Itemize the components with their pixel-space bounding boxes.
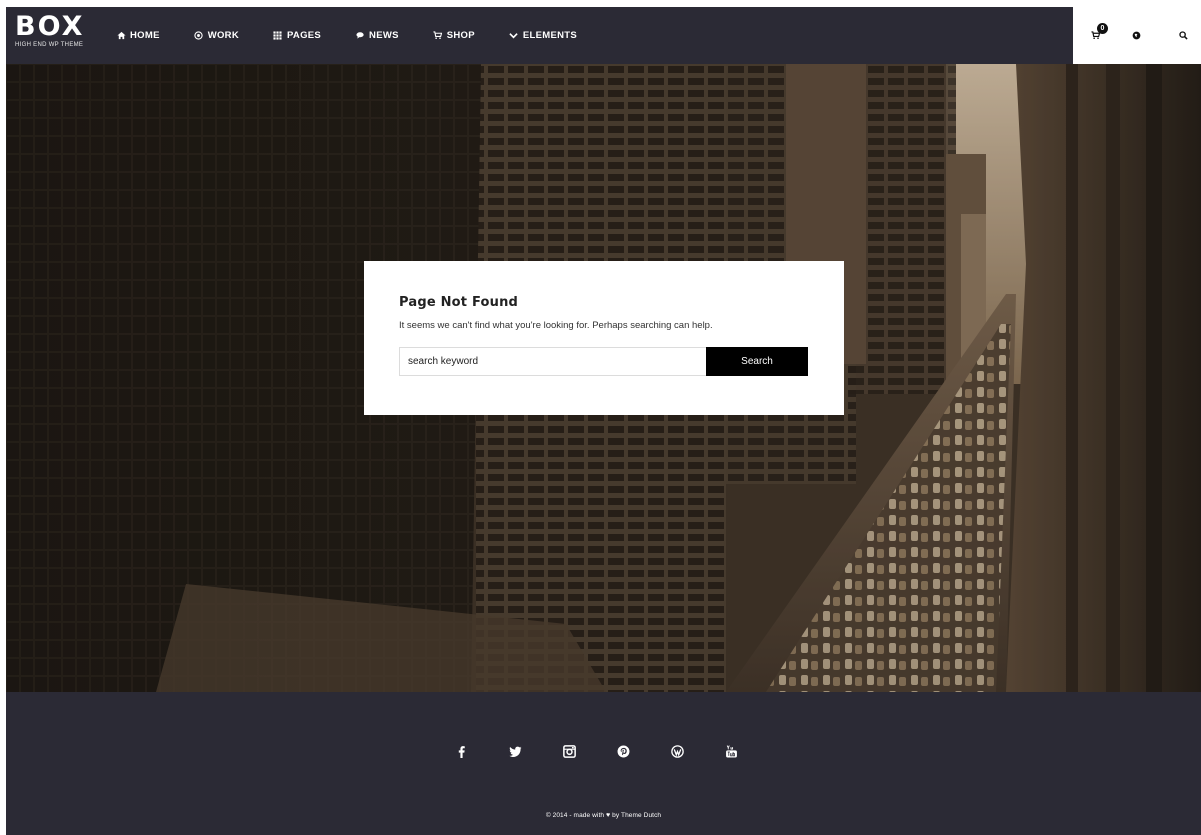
cart-icon [433,31,443,41]
copyright-prefix: © 2014 - made with [545,812,605,819]
site-footer: © 2014 - made with ♥ by Theme Dutch [6,692,1201,835]
logo[interactable]: BOX HIGH END WP THEME [15,11,85,49]
youtube-link[interactable] [723,743,739,759]
social-links [453,743,777,759]
youtube-icon [725,744,738,758]
main-nav: HOME WORK PAGES NEWS SHOP ELEMENTS [116,7,611,64]
facebook-link[interactable] [453,743,469,759]
twitter-link[interactable] [507,743,523,759]
pinterest-icon [617,745,630,758]
nav-label: ELEMENTS [522,30,578,41]
search-form: Search [399,347,808,376]
header-utility-bar: 0 [1073,7,1201,64]
nav-item-elements[interactable]: ELEMENTS [509,30,577,41]
nav-label: HOME [130,30,160,41]
search-input[interactable] [399,347,706,376]
nav-label: WORK [207,30,239,41]
nav-label: NEWS [369,30,399,41]
nav-item-news[interactable]: NEWS [355,30,399,41]
hero-background: Page Not Found It seems we can't find wh… [6,64,1201,692]
wordpress-link[interactable] [669,743,685,759]
instagram-link[interactable] [561,743,577,759]
home-icon [116,31,126,41]
logo-text: BOX [15,11,85,42]
nav-item-work[interactable]: WORK [194,30,239,41]
cart-count-badge: 0 [1097,23,1108,34]
nav-item-shop[interactable]: SHOP [433,30,475,41]
copyright-text: © 2014 - made with ♥ by Theme Dutch [6,812,1201,819]
not-found-message: It seems we can't find what you're looki… [399,320,713,331]
header-cart-button[interactable]: 0 [1087,23,1108,43]
chat-icon [355,31,365,41]
chevron-down-icon [509,31,519,41]
target-icon [194,31,204,41]
wordpress-icon [670,744,684,758]
grid-icon [273,31,283,41]
pinterest-link[interactable] [615,743,631,759]
instagram-icon [562,744,576,758]
not-found-card: Page Not Found It seems we can't find wh… [364,261,844,415]
nav-item-pages[interactable]: PAGES [273,30,321,41]
nav-label: PAGES [286,30,322,41]
globe-icon [1132,31,1141,40]
search-button[interactable]: Search [706,347,808,376]
logo-tagline: HIGH END WP THEME [15,42,84,48]
page-title: Page Not Found [399,295,519,310]
language-button[interactable] [1128,27,1144,43]
heart-icon: ♥ [606,812,611,819]
nav-item-home[interactable]: HOME [116,30,160,41]
page-frame: BOX HIGH END WP THEME HOME WORK PAGES NE… [6,7,1201,835]
search-toggle-button[interactable] [1175,27,1191,43]
facebook-icon [455,745,468,758]
twitter-icon [508,745,522,758]
search-icon [1178,30,1188,40]
nav-label: SHOP [446,30,475,41]
site-header: BOX HIGH END WP THEME HOME WORK PAGES NE… [6,7,1201,64]
copyright-suffix: by Theme Dutch [612,812,662,819]
